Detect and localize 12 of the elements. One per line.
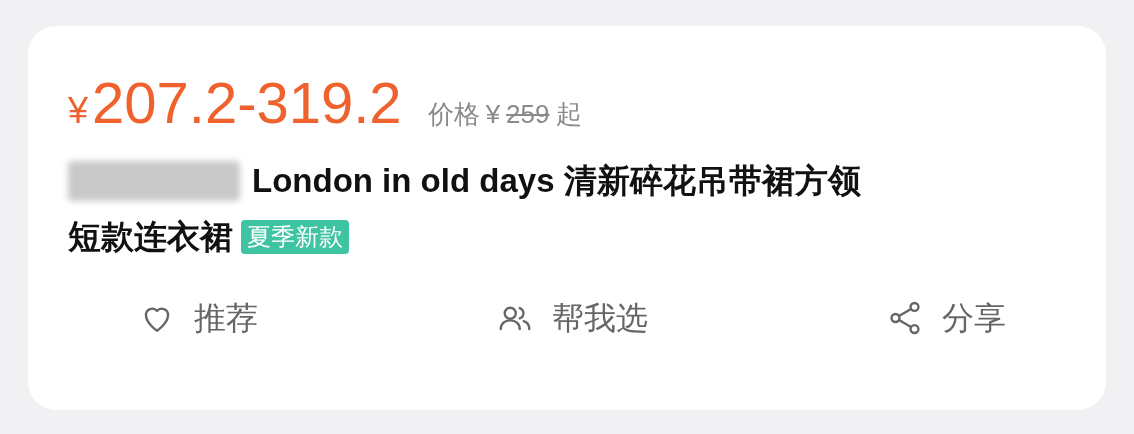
original-price: 259 <box>506 98 550 131</box>
product-title: 短款连衣裙 <box>68 217 233 258</box>
currency-symbol: ¥ <box>485 98 501 131</box>
action-button[interactable]: 帮我选 <box>496 294 648 342</box>
action-button[interactable]: 分享 <box>886 294 1006 342</box>
tag: 夏季新款 <box>241 220 349 254</box>
price: 207.2-319.2 <box>92 74 402 132</box>
product-title: London in old days 清新碎花吊带裙方领 <box>252 161 861 202</box>
currency-symbol: ¥ <box>68 89 89 133</box>
price-suffix: 起 <box>555 98 582 131</box>
original-price-label: 价格 <box>427 98 480 131</box>
action-button[interactable]: 推荐 <box>138 294 258 342</box>
